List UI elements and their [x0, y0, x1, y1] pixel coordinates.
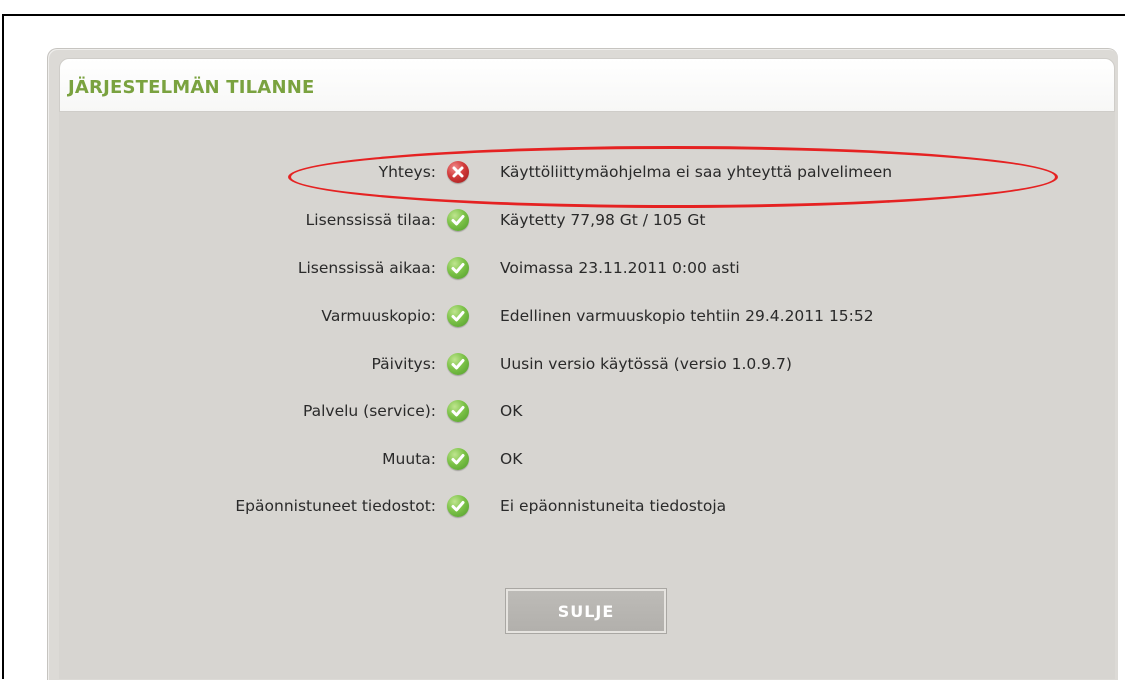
status-row-value: Uusin versio käytössä (versio 1.0.9.7) — [500, 355, 792, 373]
close-button[interactable]: SULJE — [506, 589, 666, 633]
check-icon — [447, 209, 469, 231]
status-row-connection: Yhteys: Käyttöliittymäohjelma ei saa yht… — [0, 158, 1125, 188]
dialog-titlebar: JÄRJESTELMÄN TILANNE — [59, 58, 1115, 112]
dialog-title: JÄRJESTELMÄN TILANNE — [68, 77, 315, 98]
status-row-value: Käytetty 77,98 Gt / 105 Gt — [500, 211, 706, 229]
status-row-license-space: Lisenssissä tilaa: Käytetty 77,98 Gt / 1… — [0, 206, 1125, 236]
status-row-service: Palvelu (service): OK — [0, 397, 1125, 427]
status-row-label: Epäonnistuneet tiedostot: — [235, 497, 436, 515]
check-icon — [447, 353, 469, 375]
status-row-value: Voimassa 23.11.2011 0:00 asti — [500, 259, 740, 277]
status-row-label: Yhteys: — [378, 163, 436, 181]
status-row-label: Lisenssissä aikaa: — [297, 259, 436, 277]
status-row-label: Varmuuskopio: — [321, 307, 436, 325]
status-row-value: OK — [500, 450, 523, 468]
check-icon — [447, 305, 469, 327]
status-row-label: Muuta: — [382, 450, 436, 468]
status-row-update: Päivitys: Uusin versio käytössä (versio … — [0, 350, 1125, 380]
status-row-other: Muuta: OK — [0, 445, 1125, 475]
check-icon — [447, 495, 469, 517]
status-row-label: Päivitys: — [371, 355, 436, 373]
status-row-backup: Varmuuskopio: Edellinen varmuuskopio teh… — [0, 302, 1125, 332]
status-row-value: Ei epäonnistuneita tiedostoja — [500, 497, 727, 515]
check-icon — [447, 257, 469, 279]
status-row-value: Edellinen varmuuskopio tehtiin 29.4.2011… — [500, 307, 874, 325]
status-row-label: Palvelu (service): — [302, 402, 436, 420]
error-x-icon — [447, 161, 469, 183]
check-icon — [447, 448, 469, 470]
status-row-failed-files: Epäonnistuneet tiedostot: Ei epäonnistun… — [0, 492, 1125, 522]
status-row-label: Lisenssissä tilaa: — [305, 211, 436, 229]
status-row-value: Käyttöliittymäohjelma ei saa yhteyttä pa… — [500, 163, 893, 181]
check-icon — [447, 400, 469, 422]
status-row-license-time: Lisenssissä aikaa: Voimassa 23.11.2011 0… — [0, 254, 1125, 284]
status-row-value: OK — [500, 402, 523, 420]
